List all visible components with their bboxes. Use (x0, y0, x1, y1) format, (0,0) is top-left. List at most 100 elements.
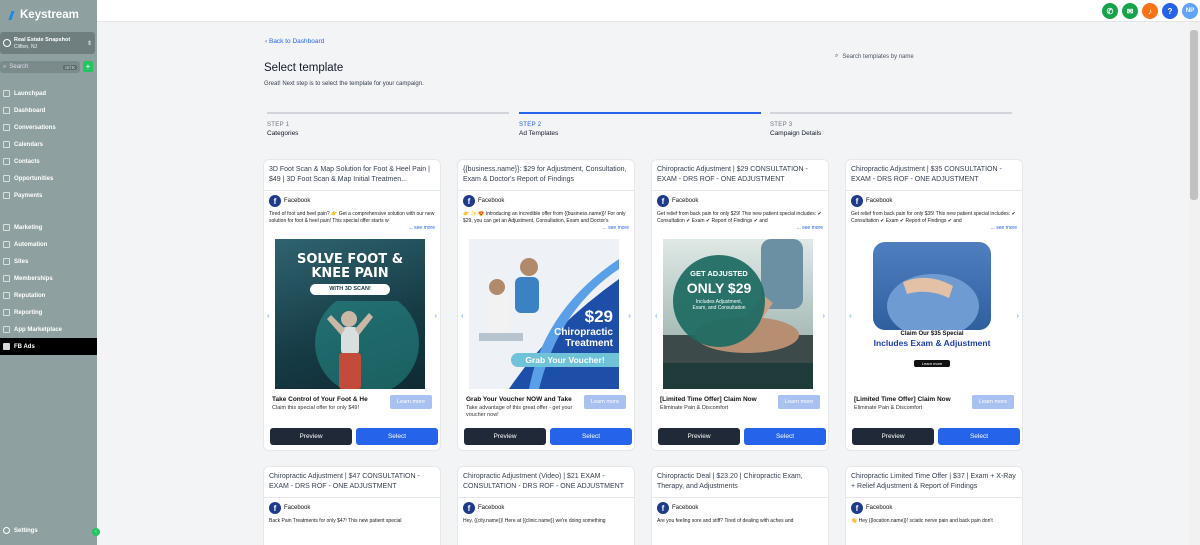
facebook-icon: f (463, 502, 475, 514)
ad-headline: Take Control of Your Foot & He (272, 396, 368, 403)
ad-text: Hey, {{city.name}}! Here at {{clinic.nam… (463, 518, 606, 524)
sidebar-item-memberships[interactable]: Memberships (0, 270, 97, 287)
carousel-prev-icon[interactable]: ‹ (461, 311, 464, 320)
sidebar-item-reporting[interactable]: Reporting (0, 304, 97, 321)
scrollbar-thumb[interactable] (1190, 30, 1198, 200)
preview-button[interactable]: Preview (852, 428, 934, 445)
template-card: {{business.name}}: $29 for Adjustment, C… (457, 159, 635, 451)
preview-button[interactable]: Preview (658, 428, 740, 445)
sidebar-item-label: Opportunities (14, 175, 54, 182)
search-icon: ⌕ (3, 63, 7, 70)
gear-icon (3, 527, 10, 534)
user-avatar[interactable]: NP (1182, 3, 1198, 19)
sidebar-item-settings[interactable]: Settings (3, 527, 38, 534)
person-illustration (315, 301, 419, 389)
template-title: Chiropractic Limited Time Offer | $37 | … (846, 467, 1022, 498)
sidebar-item-label: Automation (14, 241, 48, 248)
sidebar-item-opportunities[interactable]: Opportunities (0, 170, 97, 187)
payments-icon (3, 192, 10, 199)
ad-text: Back Pain Treatments for only $47! This … (269, 518, 402, 524)
carousel-prev-icon[interactable]: ‹ (267, 311, 270, 320)
sidebar-item-payments[interactable]: Payments (0, 187, 97, 204)
account-switcher[interactable]: Real Estate Snapshot Clifton, NJ ⇕ (0, 32, 95, 54)
platform-name: Facebook (478, 505, 505, 511)
ad-image-banner: Grab Your Voucher! (511, 353, 619, 367)
platform-name: Facebook (866, 505, 893, 511)
ad-image-headline: Chiropractic Treatment (554, 327, 613, 349)
sidebar-search[interactable]: ⌕ Search ctrl K (0, 61, 80, 73)
select-button[interactable]: Select (938, 428, 1020, 445)
see-more-link[interactable]: ... see more (990, 225, 1017, 232)
ad-primary-text: 👉 ✨ 😍 Introducing an incredible offer fr… (463, 211, 631, 232)
sidebar-item-app-marketplace[interactable]: App Marketplace (0, 321, 97, 338)
phone-icon[interactable]: ✆ (1102, 3, 1118, 19)
step-categories[interactable]: STEP 1 Categories (267, 112, 509, 137)
step-ad-templates[interactable]: STEP 2 Ad Templates (519, 112, 761, 137)
learn-more-button[interactable]: Learn more (584, 395, 626, 409)
brand-logo[interactable]: Keystream (10, 9, 79, 21)
carousel-next-icon[interactable]: › (434, 311, 437, 320)
sidebar-item-conversations[interactable]: Conversations (0, 119, 97, 136)
see-more-link[interactable]: ... see more (796, 225, 823, 232)
template-title: Chiropractic Adjustment | $29 CONSULTATI… (652, 160, 828, 191)
preview-button[interactable]: Preview (270, 428, 352, 445)
sidebar-item-fb-ads[interactable]: FB Ads (0, 338, 97, 355)
step-campaign-details[interactable]: STEP 3 Campaign Details (770, 112, 1012, 137)
select-button[interactable]: Select (356, 428, 438, 445)
sidebar-item-marketing[interactable]: Marketing (0, 219, 97, 236)
sidebar-item-calendars[interactable]: Calendars (0, 136, 97, 153)
sidebar-item-sites[interactable]: Sites (0, 253, 97, 270)
bell-icon[interactable]: ♪ (1142, 3, 1158, 19)
template-search-input[interactable]: ⌕ Search templates by name (829, 49, 1009, 64)
unfold-icon: ⇕ (86, 40, 92, 47)
headline-line: Treatment (565, 338, 613, 349)
membership-icon (3, 275, 10, 282)
account-name: Real Estate Snapshot (14, 36, 71, 43)
sidebar-item-label: Launchpad (14, 90, 47, 97)
see-more-link[interactable]: ... see more (408, 225, 435, 232)
sidebar-item-dashboard[interactable]: Dashboard (0, 102, 97, 119)
learn-more-button[interactable]: Learn more (972, 395, 1014, 409)
ad-primary-text: Get relief from back pain for only $29! … (657, 211, 825, 232)
search-shortcut: ctrl K (62, 64, 77, 70)
carousel-next-icon[interactable]: › (822, 311, 825, 320)
template-card: 3D Foot Scan & Map Solution for Foot & H… (263, 159, 441, 451)
learn-more-button[interactable]: Learn more (390, 395, 432, 409)
quick-add-button[interactable]: + (83, 61, 93, 72)
template-title: Chiropractic Adjustment | $47 CONSULTATI… (264, 467, 440, 498)
search-placeholder: Search (9, 64, 29, 70)
sidebar-item-launchpad[interactable]: Launchpad (0, 85, 97, 102)
back-to-dashboard-link[interactable]: ‹ Back to Dashboard (265, 38, 324, 45)
carousel-next-icon[interactable]: › (628, 311, 631, 320)
select-button[interactable]: Select (744, 428, 826, 445)
platform-name: Facebook (672, 198, 699, 204)
help-icon[interactable]: ? (1162, 3, 1178, 19)
facebook-icon: f (463, 195, 475, 207)
sidebar-item-reputation[interactable]: Reputation (0, 287, 97, 304)
select-button[interactable]: Select (550, 428, 632, 445)
funnel-icon (3, 175, 10, 182)
ad-text: 👉 ✨ 😍 Introducing an incredible offer fr… (463, 211, 626, 224)
back-label: Back to Dashboard (268, 38, 325, 45)
account-location: Clifton, NJ (14, 43, 38, 50)
learn-more-button[interactable]: Learn more (778, 395, 820, 409)
sidebar: Keystream Real Estate Snapshot Clifton, N… (0, 0, 100, 545)
sidebar-item-contacts[interactable]: Contacts (0, 153, 97, 170)
carousel-prev-icon[interactable]: ‹ (849, 311, 852, 320)
contacts-icon (3, 158, 10, 165)
template-card: Chiropractic Adjustment (Video) | $21 EX… (457, 466, 635, 545)
headline-line: GET ADJUSTED (690, 269, 748, 278)
see-more-link[interactable]: ... see more (602, 225, 629, 232)
megaphone-icon[interactable]: ✉ (1122, 3, 1138, 19)
preview-button[interactable]: Preview (464, 428, 546, 445)
page-scrollbar[interactable] (1189, 22, 1200, 545)
carousel-prev-icon[interactable]: ‹ (655, 311, 658, 320)
ad-headline: Grab Your Voucher NOW and Take (466, 396, 572, 403)
template-title: 3D Foot Scan & Map Solution for Foot & H… (264, 160, 440, 191)
facebook-icon: f (657, 195, 669, 207)
sidebar-item-label: FB Ads (14, 343, 35, 350)
carousel-next-icon[interactable]: › (1016, 311, 1019, 320)
sidebar-item-automation[interactable]: Automation (0, 236, 97, 253)
sidebar-item-label: Memberships (14, 275, 53, 282)
ad-text: Are you feeling sore and stiff? Tired of… (657, 518, 794, 524)
